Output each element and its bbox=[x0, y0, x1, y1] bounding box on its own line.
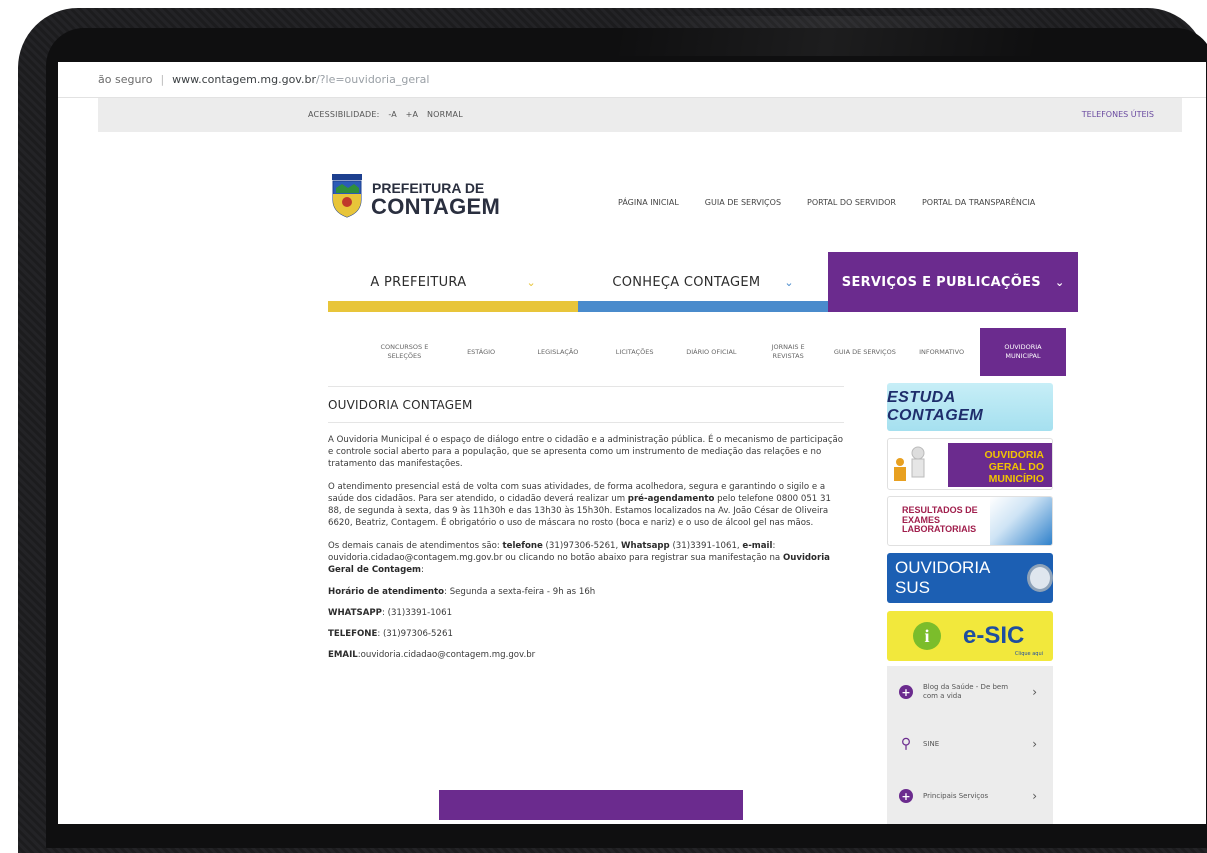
side-link-label: SINE bbox=[923, 739, 940, 748]
font-decrease-button[interactable]: -A bbox=[388, 110, 397, 119]
subnav-diario-oficial[interactable]: DIÁRIO OFICIAL bbox=[673, 348, 750, 357]
ear-icon bbox=[1027, 564, 1053, 592]
subnav-estagio[interactable]: ESTÁGIO bbox=[443, 348, 520, 357]
intro-paragraph: A Ouvidoria Municipal é o espaço de diál… bbox=[328, 435, 844, 469]
subnav-legislacao[interactable]: LEGISLAÇÃO bbox=[520, 348, 597, 357]
mainnav-color-bar bbox=[328, 301, 578, 312]
banner-results-text: RESULTADOS DE EXAMES LABORATORIAIS bbox=[902, 505, 978, 534]
banner-exam-results[interactable]: RESULTADOS DE EXAMES LABORATORIAIS bbox=[887, 496, 1053, 546]
font-increase-button[interactable]: +A bbox=[406, 110, 419, 119]
mainnav-color-bar bbox=[578, 301, 828, 312]
accessibility-controls: ACESSIBILIDADE: -A +A NORMAL bbox=[308, 110, 469, 119]
browser-screen: ão seguro | www.contagem.mg.gov.br /?le=… bbox=[58, 62, 1206, 824]
channels-text: Os demais canais de atendimentos são: bbox=[328, 541, 503, 551]
subnav-licitacoes[interactable]: LICITAÇÕES bbox=[596, 348, 673, 357]
subnav-concursos[interactable]: CONCURSOS E SELEÇÕES bbox=[366, 343, 443, 361]
hours-label: Horário de atendimento bbox=[328, 587, 445, 597]
hours-line: Horário de atendimento: Segunda a sexta-… bbox=[328, 587, 844, 597]
whatsapp-line: WHATSAPP: (31)3391-1061 bbox=[328, 608, 844, 618]
address-bar[interactable]: ão seguro | www.contagem.mg.gov.br /?le=… bbox=[58, 62, 1206, 98]
accessibility-label: ACESSIBILIDADE: bbox=[308, 110, 380, 119]
main-navigation: A PREFEITURA ⌄ CONHEÇA CONTAGEM ⌄ SERVIÇ… bbox=[328, 252, 1078, 312]
subnav-guia-servicos[interactable]: GUIA DE SERVIÇOS bbox=[827, 348, 904, 357]
email-label: EMAIL bbox=[328, 650, 358, 660]
nav-home[interactable]: PÁGINA INICIAL bbox=[618, 198, 679, 207]
banner-esic-subtext: Clique aqui bbox=[1014, 651, 1043, 657]
font-normal-button[interactable]: NORMAL bbox=[427, 110, 463, 119]
chevron-down-icon: ⌄ bbox=[526, 275, 536, 289]
pre-scheduling-text: pré-agendamento bbox=[627, 494, 715, 504]
mainnav-conheca-contagem[interactable]: CONHEÇA CONTAGEM ⌄ bbox=[578, 252, 828, 312]
whatsapp-value: : (31)3391-1061 bbox=[381, 608, 453, 618]
mainnav-prefeitura[interactable]: A PREFEITURA ⌄ bbox=[328, 252, 578, 312]
chevron-right-icon: › bbox=[1032, 789, 1037, 803]
banner-sus-text: OUVIDORIA SUS bbox=[895, 558, 990, 597]
plus-icon: + bbox=[899, 789, 913, 803]
register-manifestation-button[interactable] bbox=[439, 790, 743, 820]
side-link-principais-servicos[interactable]: + Principais Serviços › bbox=[887, 770, 1053, 822]
top-navigation: PÁGINA INICIAL GUIA DE SERVIÇOS PORTAL D… bbox=[618, 198, 1035, 207]
coat-of-arms-icon bbox=[332, 174, 362, 218]
phone-label: TELEFONE bbox=[328, 629, 378, 639]
nav-transparency-portal[interactable]: PORTAL DA TRANSPARÊNCIA bbox=[922, 198, 1035, 207]
whatsapp-label: WHATSAPP bbox=[328, 608, 382, 618]
phone-value: : (31)97306-5261 bbox=[377, 629, 453, 639]
side-link-blog-saude[interactable]: + Blog da Saúde - De bem com a vida › bbox=[887, 666, 1053, 718]
email-value: :ouvidoria.cidadao@contagem.mg.gov.br bbox=[357, 650, 536, 660]
channels-phone: (31)97306-5261, bbox=[542, 541, 621, 551]
tablet-frame: ão seguro | www.contagem.mg.gov.br /?le=… bbox=[18, 8, 1207, 853]
channels-phone-label: telefone bbox=[502, 541, 543, 551]
channels-whatsapp: (31)3391-1061, bbox=[669, 541, 743, 551]
search-icon: ⚲ bbox=[900, 736, 912, 752]
mainnav-label: CONHEÇA CONTAGEM bbox=[612, 274, 761, 290]
phone-line: TELEFONE: (31)97306-5261 bbox=[328, 629, 844, 639]
page-title: OUVIDORIA CONTAGEM bbox=[328, 386, 844, 423]
sub-navigation: CONCURSOS E SELEÇÕES ESTÁGIO LEGISLAÇÃO … bbox=[366, 328, 1066, 376]
nav-employee-portal[interactable]: PORTAL DO SERVIDOR bbox=[807, 198, 896, 207]
mainnav-label: SERVIÇOS E PUBLICAÇÕES bbox=[841, 274, 1041, 290]
main-content: OUVIDORIA CONTAGEM A Ouvidoria Municipal… bbox=[328, 386, 844, 660]
chevron-right-icon: › bbox=[1032, 685, 1037, 699]
banner-ouvidoria-geral[interactable]: OUVIDORIA GERAL DO MUNICÍPIO bbox=[887, 438, 1053, 490]
chevron-right-icon: › bbox=[1032, 737, 1037, 751]
banner-esic-text: e-SIC bbox=[963, 622, 1025, 649]
security-label: ão seguro bbox=[98, 73, 153, 86]
site-logo[interactable]: PREFEITURA DE CONTAGEM bbox=[330, 174, 500, 224]
chevron-down-icon: ⌄ bbox=[784, 275, 794, 289]
channels-whatsapp-label: Whatsapp bbox=[620, 541, 670, 551]
subnav-jornais-revistas[interactable]: JORNAIS E REVISTAS bbox=[750, 343, 827, 361]
side-link-label: Blog da Saúde - De bem com a vida bbox=[923, 683, 1009, 700]
useful-phones-link[interactable]: TELEFONES ÚTEIS bbox=[1082, 110, 1154, 119]
banner-esic[interactable]: i e-SIC Clique aqui bbox=[887, 611, 1053, 661]
banner-ouvidoria-sus[interactable]: OUVIDORIA SUS bbox=[887, 553, 1053, 603]
address-separator: | bbox=[160, 73, 165, 86]
subnav-informativo[interactable]: INFORMATIVO bbox=[903, 348, 980, 357]
nav-service-guide[interactable]: GUIA DE SERVIÇOS bbox=[705, 198, 781, 207]
banner-ouvidoria-text: OUVIDORIA GERAL DO MUNICÍPIO bbox=[984, 449, 1044, 485]
subnav-ouvidoria-municipal[interactable]: OUVIDORIA MUNICIPAL bbox=[980, 328, 1066, 376]
hours-value: : Segunda a sexta-feira - 9h as 16h bbox=[444, 587, 596, 597]
chevron-down-icon: ⌄ bbox=[1054, 275, 1065, 289]
banner-estuda-contagem[interactable]: ESTUDA CONTAGEM bbox=[887, 383, 1053, 431]
email-line: EMAIL:ouvidoria.cidadao@contagem.mg.gov.… bbox=[328, 650, 844, 660]
mainnav-servicos-publicacoes[interactable]: SERVIÇOS E PUBLICAÇÕES ⌄ bbox=[828, 252, 1078, 312]
figure-icon bbox=[894, 446, 925, 481]
plus-icon: + bbox=[899, 685, 913, 699]
accessibility-bar: ACESSIBILIDADE: -A +A NORMAL TELEFONES Ú… bbox=[98, 98, 1182, 132]
info-icon: i bbox=[913, 622, 941, 650]
url-domain: www.contagem.mg.gov.br bbox=[172, 73, 316, 86]
channels-colon: : bbox=[421, 565, 424, 575]
logo-line-2: CONTAGEM bbox=[371, 194, 501, 219]
side-link-label: Principais Serviços bbox=[923, 791, 989, 800]
test-tube-icon bbox=[990, 497, 1052, 545]
side-link-list: + Blog da Saúde - De bem com a vida › ⚲ … bbox=[887, 666, 1053, 824]
channels-email-label: e-mail bbox=[742, 541, 773, 551]
attendance-paragraph: O atendimento presencial está de volta c… bbox=[328, 481, 844, 529]
mainnav-label: A PREFEITURA bbox=[370, 274, 467, 290]
url-path: /?le=ouvidoria_geral bbox=[315, 73, 430, 86]
frame-glare bbox=[618, 16, 1038, 56]
side-link-sine[interactable]: ⚲ SINE › bbox=[887, 718, 1053, 770]
channels-paragraph: Os demais canais de atendimentos são: te… bbox=[328, 540, 844, 576]
